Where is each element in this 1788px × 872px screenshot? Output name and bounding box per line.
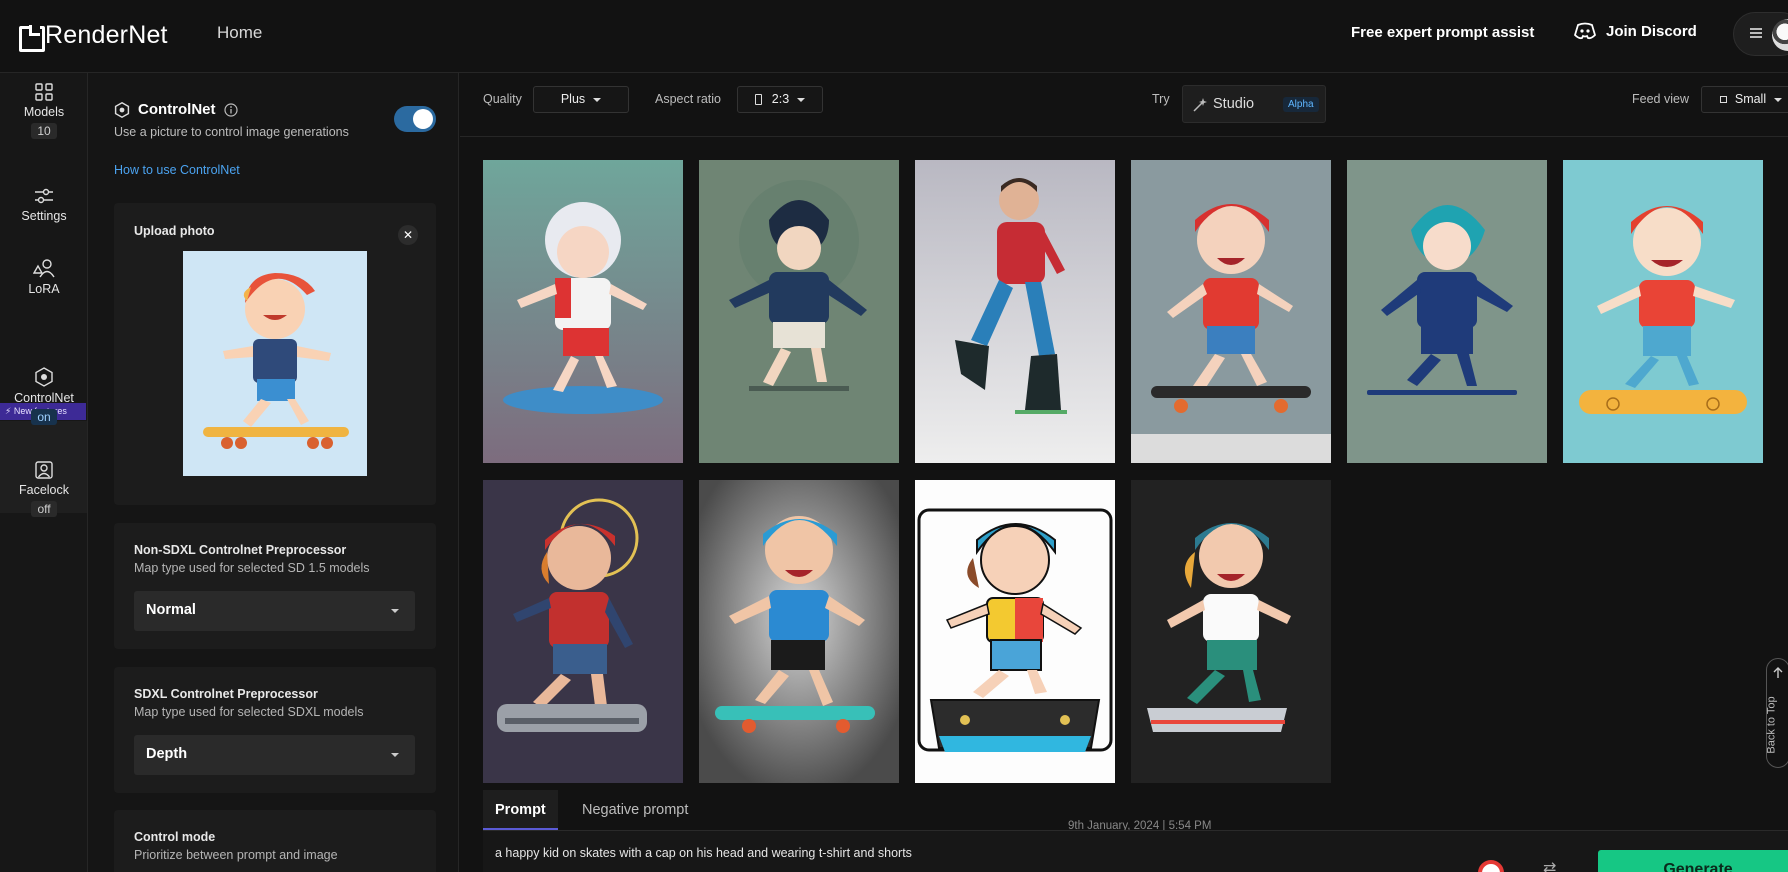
- discord-icon: [1574, 22, 1596, 40]
- chevron-down-icon: [593, 97, 602, 102]
- aspect-ratio-label: Aspect ratio: [655, 92, 722, 106]
- quality-value: Plus: [560, 92, 586, 106]
- hamburger-icon: [1750, 28, 1762, 38]
- logo-icon: [19, 24, 45, 52]
- gallery-image[interactable]: [1131, 480, 1331, 783]
- tab-prompt[interactable]: Prompt: [483, 790, 558, 830]
- controlnet-status-badge: on: [31, 409, 57, 425]
- shuffle-icon[interactable]: ⇄: [1543, 858, 1565, 872]
- rail-label-facelock: Facelock: [18, 483, 70, 497]
- facelock-status-badge: off: [31, 501, 57, 517]
- rail-item-facelock[interactable]: Facelock off: [0, 461, 88, 517]
- rail-item-models[interactable]: Models 10: [0, 83, 88, 139]
- studio-button[interactable]: Studio Alpha: [1182, 85, 1326, 123]
- rail-label-controlnet: ControlNet: [14, 391, 74, 405]
- prompt-input[interactable]: a happy kid on skates with a cap on his …: [483, 830, 1788, 872]
- rail-item-controlnet[interactable]: ControlNet on: [0, 367, 88, 425]
- control-mode-card: Control mode Prioritize between prompt a…: [114, 810, 436, 872]
- sdxl-title: SDXL Controlnet Preprocessor: [134, 687, 318, 701]
- grid-icon: [35, 83, 53, 101]
- alpha-badge: Alpha: [1283, 97, 1319, 112]
- rail-item-settings[interactable]: Settings: [0, 187, 88, 223]
- controlnet-header: ControlNet: [114, 101, 238, 118]
- tab-negative-prompt[interactable]: Negative prompt: [570, 790, 700, 830]
- info-icon[interactable]: [223, 102, 238, 117]
- arrow-up-icon: [1773, 667, 1783, 678]
- generate-button[interactable]: Generate: [1598, 850, 1788, 872]
- prompt-text: a happy kid on skates with a cap on his …: [495, 846, 912, 860]
- rail-label-settings: Settings: [21, 209, 67, 223]
- rail-item-lora[interactable]: LoRA: [0, 258, 88, 296]
- chevron-down-icon: [391, 753, 399, 757]
- gallery-image[interactable]: [1131, 160, 1331, 463]
- control-mode-subtitle: Prioritize between prompt and image: [134, 848, 338, 862]
- try-label: Try: [1152, 92, 1170, 106]
- back-to-top-button[interactable]: Back to Top: [1766, 658, 1788, 768]
- gallery-image[interactable]: [915, 480, 1115, 783]
- controlnet-panel: ControlNet Use a picture to control imag…: [88, 73, 459, 872]
- how-to-use-link[interactable]: How to use ControlNet: [114, 163, 240, 177]
- facelock-icon: [35, 461, 53, 479]
- models-count-badge: 10: [31, 123, 57, 139]
- magic-wand-icon: [1193, 98, 1207, 112]
- rail-label-models: Models: [23, 105, 65, 119]
- controlnet-toggle[interactable]: [394, 106, 436, 132]
- rail-label-lora: LoRA: [28, 282, 60, 296]
- control-mode-title: Control mode: [134, 830, 216, 844]
- account-menu-button[interactable]: [1733, 12, 1788, 56]
- top-bar: RenderNet Home Free expert prompt assist…: [0, 0, 1788, 73]
- sdxl-select[interactable]: Depth: [134, 735, 415, 775]
- gallery-image[interactable]: [483, 480, 683, 783]
- prompt-area: Prompt Negative prompt 9th January, 2024…: [483, 790, 1788, 872]
- logo[interactable]: RenderNet: [19, 21, 168, 52]
- prompt-assist-link[interactable]: Free expert prompt assist: [1351, 24, 1534, 41]
- gallery-image[interactable]: [699, 480, 899, 783]
- gallery-image[interactable]: [915, 160, 1115, 463]
- sliders-icon: [35, 188, 53, 204]
- avatar: [1772, 19, 1788, 51]
- gallery-image[interactable]: [1563, 160, 1763, 463]
- logo-text: RenderNet: [45, 21, 168, 49]
- non-sdxl-title: Non-SDXL Controlnet Preprocessor: [134, 543, 347, 557]
- sdxl-value: Depth: [146, 746, 188, 762]
- controlnet-icon: [114, 101, 130, 118]
- uploaded-photo[interactable]: [183, 251, 367, 476]
- quality-label: Quality: [483, 92, 522, 106]
- feed-view-value: Small: [1734, 92, 1767, 106]
- feed-view-label: Feed view: [1632, 92, 1689, 106]
- sdxl-subtitle: Map type used for selected SDXL models: [134, 705, 364, 719]
- back-to-top-label: Back to Top: [1765, 696, 1778, 754]
- sdxl-preprocessor-card: SDXL Controlnet Preprocessor Map type us…: [114, 667, 436, 793]
- nav-home-link[interactable]: Home: [217, 23, 262, 43]
- join-discord-button[interactable]: Join Discord: [1574, 22, 1697, 40]
- close-icon[interactable]: ✕: [398, 225, 418, 245]
- upload-photo-title: Upload photo: [134, 224, 215, 238]
- chevron-down-icon: [1774, 97, 1783, 102]
- non-sdxl-select[interactable]: Normal: [134, 591, 415, 631]
- non-sdxl-subtitle: Map type used for selected SD 1.5 models: [134, 561, 370, 575]
- lora-icon: [33, 259, 55, 278]
- quality-select[interactable]: Plus: [533, 86, 629, 113]
- gallery-image[interactable]: [699, 160, 899, 463]
- chevron-down-icon: [391, 609, 399, 613]
- controlnet-title: ControlNet: [138, 101, 216, 118]
- square-icon: [1719, 96, 1727, 104]
- feed-view-select[interactable]: Small: [1701, 86, 1788, 113]
- gallery-image[interactable]: [483, 160, 683, 463]
- upload-photo-card: Upload photo ✕: [114, 203, 436, 505]
- non-sdxl-preprocessor-card: Non-SDXL Controlnet Preprocessor Map typ…: [114, 523, 436, 649]
- left-rail: Models 10 Settings LoRA ⚡ New features C…: [0, 73, 88, 872]
- aspect-ratio-value: 2:3: [771, 92, 790, 106]
- controlnet-subtitle: Use a picture to control image generatio…: [114, 125, 349, 139]
- discord-label: Join Discord: [1606, 22, 1697, 40]
- aspect-ratio-select[interactable]: 2:3: [737, 86, 823, 113]
- gallery-image[interactable]: [1347, 160, 1547, 463]
- studio-label: Studio: [1213, 96, 1255, 112]
- portrait-icon: [754, 94, 762, 106]
- chevron-down-icon: [797, 97, 806, 102]
- non-sdxl-value: Normal: [146, 602, 196, 618]
- controlnet-icon: [35, 367, 53, 387]
- generation-toolbar: Quality Plus Aspect ratio 2:3 Try Studio…: [460, 73, 1788, 137]
